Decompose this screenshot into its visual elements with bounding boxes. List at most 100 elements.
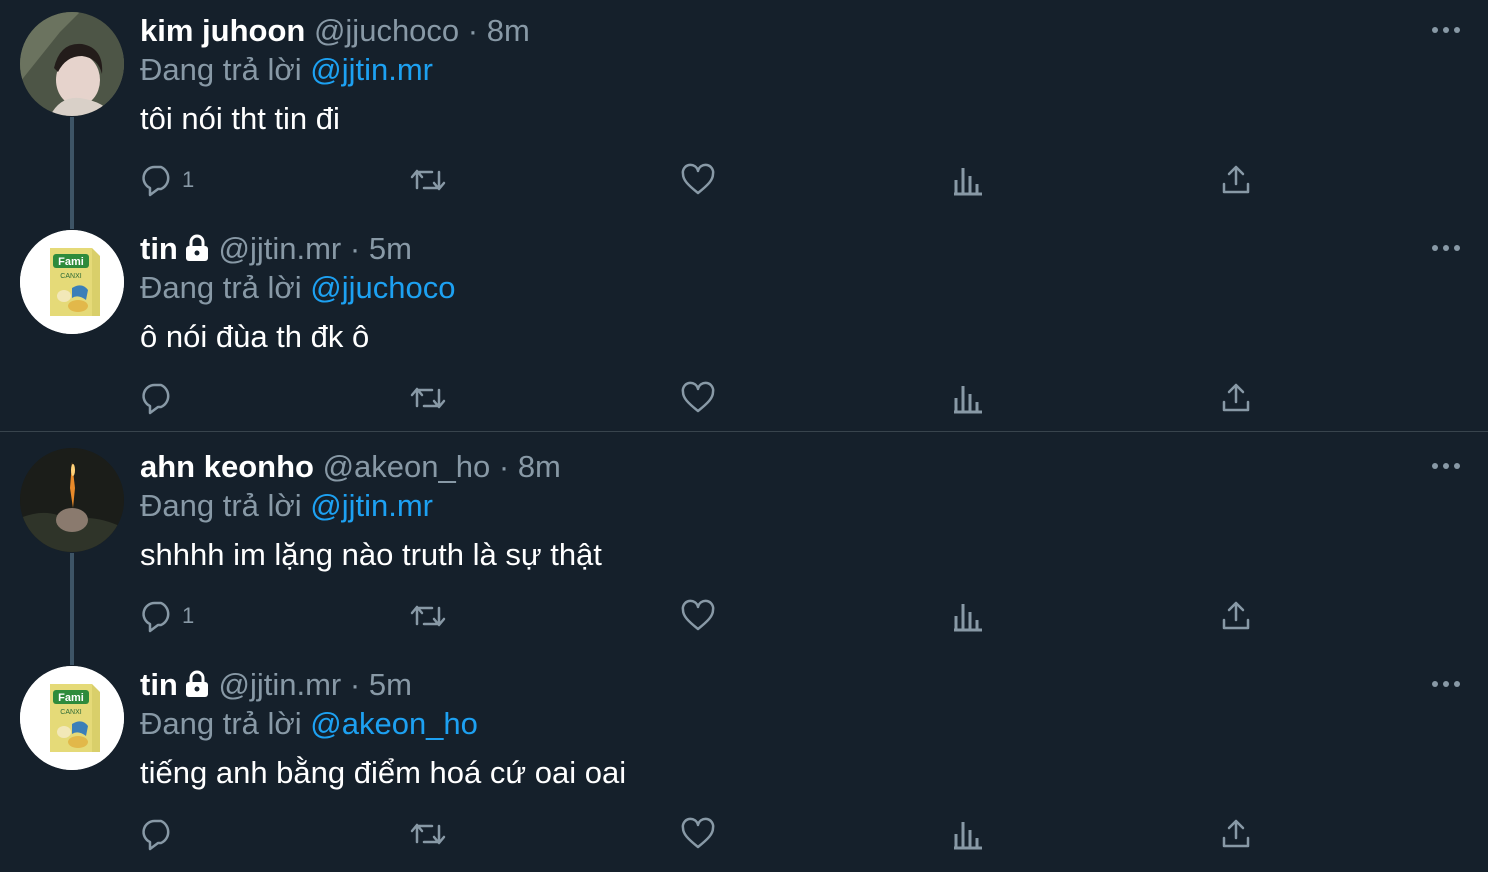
username[interactable]: @jjtin.mr <box>219 667 342 702</box>
avatar[interactable] <box>20 448 124 552</box>
share-button[interactable] <box>1218 378 1254 418</box>
tweet-header: kim juhoon @jjuchoco · 8m <box>140 12 530 50</box>
mention-link[interactable]: @jjtin.mr <box>310 52 433 87</box>
share-button[interactable] <box>1218 596 1254 636</box>
display-name[interactable]: ahn keonho <box>140 449 314 484</box>
replying-to: Đang trả lời @jjtin.mr <box>140 51 433 89</box>
retweet-icon <box>410 823 446 845</box>
separator-dot: · <box>467 13 479 48</box>
more-icon[interactable] <box>1426 454 1466 478</box>
tweet-text: shhhh im lặng nào truth là sự thật <box>140 537 602 572</box>
tweet-text: tôi nói tht tin đi <box>140 101 340 136</box>
like-button[interactable] <box>680 160 716 200</box>
username[interactable]: @jjtin.mr <box>219 231 342 266</box>
replying-to-label: Đang trả lời <box>140 52 302 87</box>
more-icon[interactable] <box>1426 18 1466 42</box>
svg-text:Fami: Fami <box>58 256 84 268</box>
retweet-button[interactable] <box>408 378 448 418</box>
timestamp[interactable]: 8m <box>518 449 561 484</box>
reply-icon <box>142 383 170 415</box>
tweet[interactable]: Fami CANXI tin @jjtin.mr · 5m Đang trả l… <box>0 218 1488 436</box>
replying-to: Đang trả lời @akeon_ho <box>140 705 478 743</box>
reply-button[interactable] <box>140 378 182 418</box>
reply-feed: kim juhoon @jjuchoco · 8m Đang trả lời @… <box>0 0 1488 865</box>
mention-link[interactable]: @akeon_ho <box>310 706 478 741</box>
like-icon <box>681 599 715 631</box>
avatar-milk-carton: Fami CANXI <box>20 666 124 770</box>
share-icon <box>1222 165 1250 194</box>
lock-icon <box>184 233 210 271</box>
reply-count: 1 <box>182 603 195 628</box>
analytics-button[interactable] <box>950 378 986 418</box>
tweet[interactable]: ahn keonho @akeon_ho · 8m Đang trả lời @… <box>0 436 1488 654</box>
username[interactable]: @jjuchoco <box>314 13 459 48</box>
separator-dot: · <box>349 231 361 266</box>
share-icon <box>1222 601 1250 630</box>
tweet[interactable]: Fami CANXI tin @jjtin.mr · 5m Đang trả l… <box>0 654 1488 872</box>
avatar-milk-carton: Fami CANXI <box>20 230 124 334</box>
retweet-icon <box>410 387 446 409</box>
replying-to: Đang trả lời @jjuchoco <box>140 269 455 307</box>
tweet-header: tin @jjtin.mr · 5m <box>140 230 412 271</box>
more-icon[interactable] <box>1426 672 1466 696</box>
avatar[interactable]: Fami CANXI <box>20 230 124 334</box>
username[interactable]: @akeon_ho <box>323 449 491 484</box>
analytics-icon <box>954 822 982 850</box>
share-icon <box>1222 383 1250 412</box>
share-button[interactable] <box>1218 814 1254 854</box>
tweet-header: tin @jjtin.mr · 5m <box>140 666 412 707</box>
retweet-icon <box>410 169 446 191</box>
tweet-actions <box>140 814 1260 854</box>
display-name[interactable]: tin <box>140 667 178 702</box>
separator-dot: · <box>349 667 361 702</box>
svg-text:CANXI: CANXI <box>60 709 81 716</box>
display-name[interactable]: kim juhoon <box>140 13 305 48</box>
retweet-button[interactable] <box>408 160 448 200</box>
tweet-actions: 1 <box>140 160 1260 200</box>
tweet-actions <box>140 378 1260 418</box>
tweet-header: ahn keonho @akeon_ho · 8m <box>140 448 561 486</box>
analytics-icon <box>954 386 982 414</box>
replying-to-label: Đang trả lời <box>140 270 302 305</box>
tweet[interactable]: kim juhoon @jjuchoco · 8m Đang trả lời @… <box>0 0 1488 218</box>
like-icon <box>681 381 715 413</box>
analytics-icon <box>954 168 982 196</box>
retweet-button[interactable] <box>408 814 448 854</box>
retweet-icon <box>410 605 446 627</box>
mention-link[interactable]: @jjtin.mr <box>310 488 433 523</box>
tweet-actions: 1 <box>140 596 1260 636</box>
avatar-photo <box>20 12 124 116</box>
timestamp[interactable]: 5m <box>369 231 412 266</box>
tweet-text: tiếng anh bằng điểm hoá cứ oai oai <box>140 755 627 790</box>
avatar[interactable] <box>20 12 124 116</box>
analytics-button[interactable] <box>950 596 986 636</box>
timestamp[interactable]: 8m <box>487 13 530 48</box>
mention-link[interactable]: @jjuchoco <box>310 270 455 305</box>
display-name[interactable]: tin <box>140 231 178 266</box>
like-button[interactable] <box>680 596 716 636</box>
reply-icon <box>142 819 170 851</box>
analytics-icon <box>954 604 982 632</box>
like-icon <box>681 817 715 849</box>
share-icon <box>1222 819 1250 848</box>
like-button[interactable] <box>680 378 716 418</box>
reply-button[interactable]: 1 <box>140 596 194 636</box>
reply-button[interactable]: 1 <box>140 160 194 200</box>
svg-text:CANXI: CANXI <box>60 273 81 280</box>
analytics-button[interactable] <box>950 814 986 854</box>
avatar[interactable]: Fami CANXI <box>20 666 124 770</box>
separator-dot: · <box>498 449 510 484</box>
reply-icon <box>142 601 170 633</box>
replying-to-label: Đang trả lời <box>140 488 302 523</box>
replying-to: Đang trả lời @jjtin.mr <box>140 487 433 525</box>
replying-to-label: Đang trả lời <box>140 706 302 741</box>
more-icon[interactable] <box>1426 236 1466 260</box>
like-button[interactable] <box>680 814 716 854</box>
tweet-text: ô nói đùa th đk ô <box>140 319 370 354</box>
analytics-button[interactable] <box>950 160 986 200</box>
reply-button[interactable] <box>140 814 182 854</box>
share-button[interactable] <box>1218 160 1254 200</box>
avatar-photo <box>20 448 124 552</box>
timestamp[interactable]: 5m <box>369 667 412 702</box>
retweet-button[interactable] <box>408 596 448 636</box>
